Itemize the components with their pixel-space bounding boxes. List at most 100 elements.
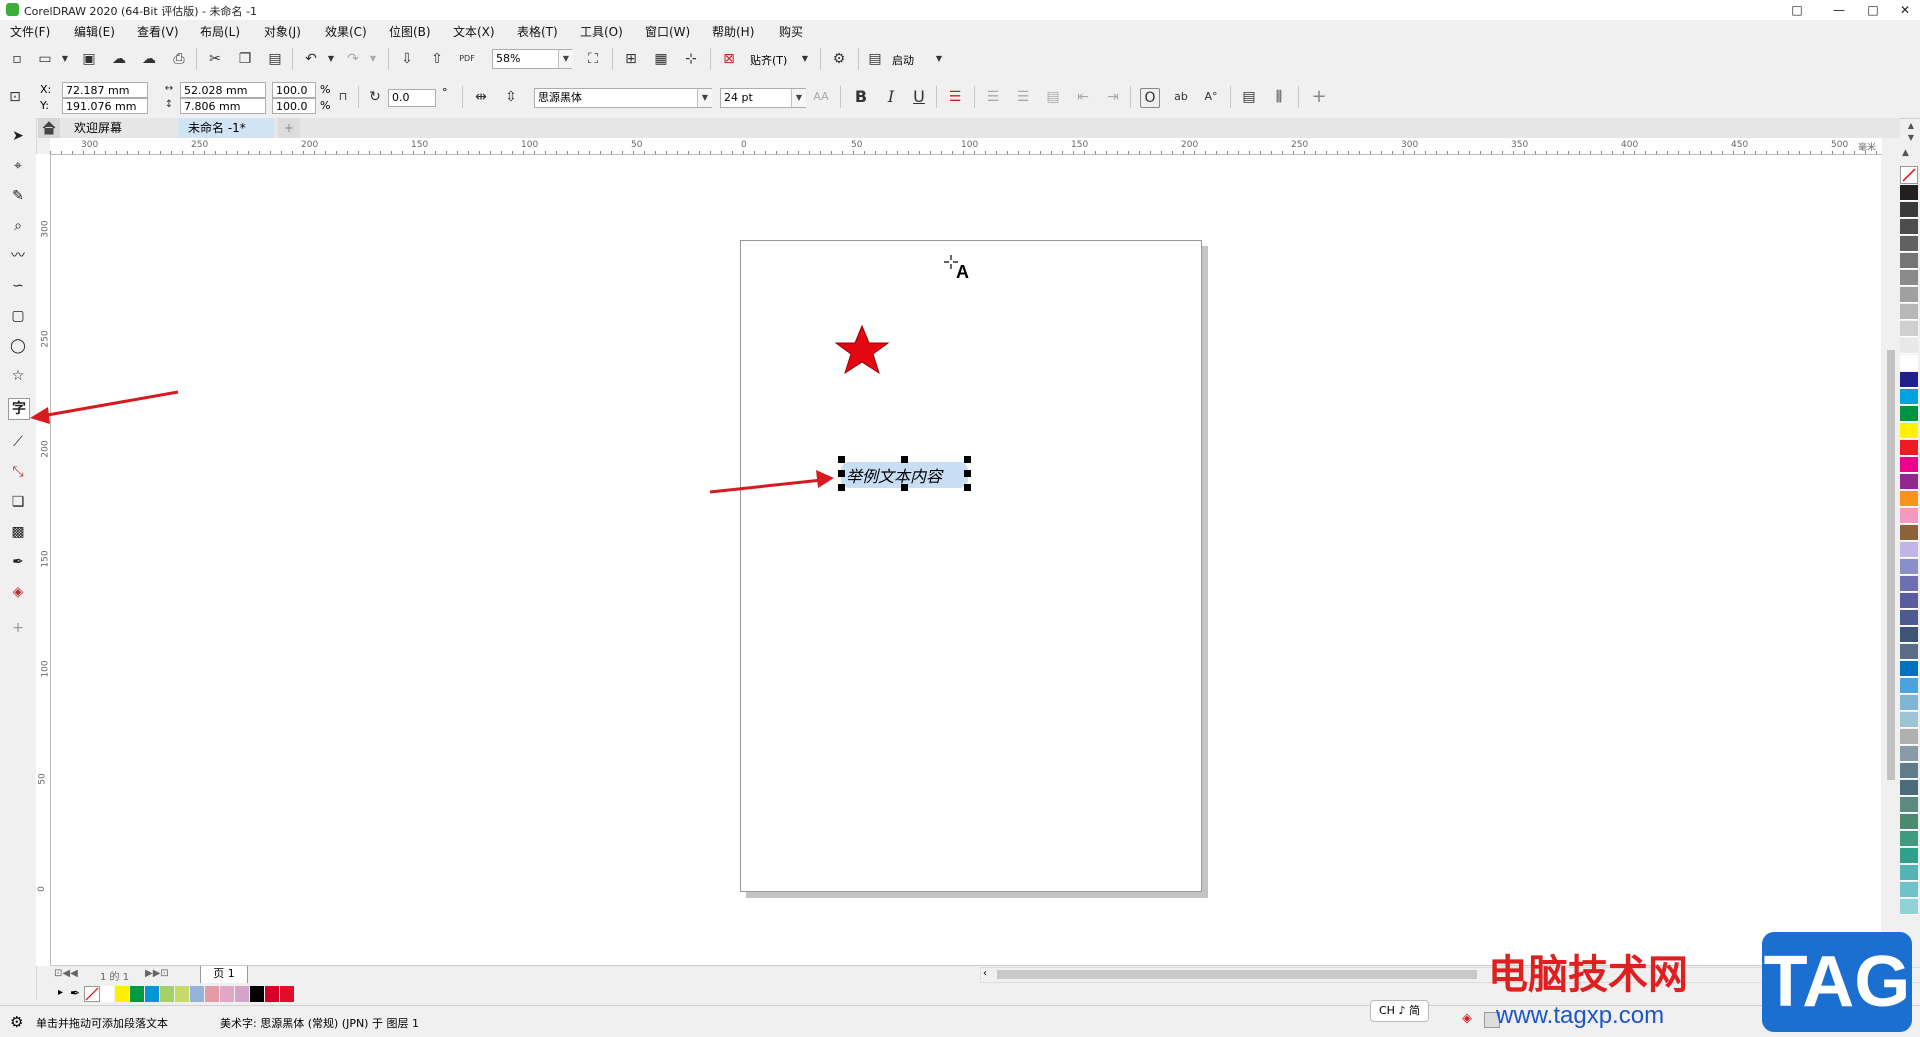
palette-swatch[interactable]	[1900, 236, 1918, 252]
vertical-scrollbar[interactable]	[1884, 155, 1898, 965]
add-property-icon[interactable]: +	[1310, 88, 1328, 106]
selection-handle[interactable]	[838, 456, 845, 463]
palette-swatch[interactable]	[1900, 712, 1918, 728]
horizontal-ruler[interactable]: 300 250 200 150 100 50 0 50 100 150 200 …	[50, 138, 1882, 155]
palette-swatch[interactable]	[1900, 610, 1918, 626]
artistic-media-tool-icon[interactable]: ∽	[8, 276, 28, 296]
no-color-swatch[interactable]	[1900, 166, 1918, 184]
numbered-list-icon[interactable]: ☰	[1014, 88, 1032, 106]
redo-icon[interactable]: ↷	[344, 50, 362, 68]
horizontal-scroll-thumb[interactable]	[997, 970, 1477, 979]
cloud-upload-icon[interactable]: ☁	[140, 50, 158, 68]
object-origin-icon[interactable]: ⊡	[6, 88, 24, 106]
pick-tool-icon[interactable]: ➤	[8, 126, 28, 146]
increase-indent-icon[interactable]: ⇥	[1104, 88, 1122, 106]
page-tab[interactable]: 页 1	[200, 966, 248, 984]
mirror-vertical-icon[interactable]: ⇳	[502, 88, 520, 106]
palette-swatch[interactable]	[1900, 780, 1918, 796]
connector-tool-icon[interactable]: ⤡	[8, 462, 28, 482]
document-page[interactable]	[740, 240, 1202, 892]
palette-swatch[interactable]	[1900, 406, 1918, 422]
home-icon[interactable]	[38, 118, 60, 138]
doc-palette-swatch[interactable]	[280, 986, 294, 1002]
palette-swatch[interactable]	[1900, 389, 1918, 405]
new-document-icon[interactable]: ▫	[8, 50, 26, 68]
tab-welcome-screen[interactable]: 欢迎屏幕	[64, 118, 133, 138]
menu-object[interactable]: 对象(J)	[264, 23, 301, 40]
palette-swatch[interactable]	[1900, 576, 1918, 592]
lock-ratio-icon[interactable]: ⊓	[334, 88, 352, 106]
palette-swatch[interactable]	[1900, 848, 1918, 864]
menu-layout[interactable]: 布局(L)	[200, 23, 240, 40]
palette-expand-icon[interactable]: ▸	[58, 987, 63, 998]
x-position-field[interactable]: 72.187 mm	[62, 82, 148, 98]
palette-swatch[interactable]	[1900, 797, 1918, 813]
launch-app-icon[interactable]: ▤	[866, 50, 884, 68]
scroll-left-icon[interactable]: ‹	[983, 968, 987, 979]
doc-palette-swatch[interactable]	[100, 986, 114, 1002]
color-eyedropper-tool-icon[interactable]: ✒	[8, 552, 28, 572]
next-page-button[interactable]: ▶▶⊡	[145, 968, 169, 979]
close-button[interactable]: ✕	[1888, 0, 1920, 20]
horizontal-text-icon[interactable]: ▤	[1240, 88, 1258, 106]
paste-icon[interactable]: ▤	[266, 50, 284, 68]
rotation-angle-field[interactable]: 0.0	[388, 89, 436, 107]
freehand-tool-icon[interactable]: 〰	[8, 246, 28, 266]
palette-swatch[interactable]	[1900, 304, 1918, 320]
undo-icon[interactable]: ↶	[302, 50, 320, 68]
snap-dropdown-icon[interactable]: ▼	[796, 50, 814, 68]
menu-file[interactable]: 文件(F)	[10, 23, 50, 40]
palette-eyedropper-icon[interactable]: ✒	[70, 986, 80, 1000]
selection-handle[interactable]	[964, 470, 971, 477]
zoom-dropdown-icon[interactable]: ▼	[558, 50, 573, 68]
copy-icon[interactable]: ❐	[236, 50, 254, 68]
doc-no-color-swatch[interactable]	[84, 986, 100, 1002]
palette-swatch[interactable]	[1900, 474, 1918, 490]
doc-palette-swatch[interactable]	[115, 986, 129, 1002]
underline-button[interactable]: U	[910, 88, 928, 106]
show-rulers-icon[interactable]: ⊞	[622, 50, 640, 68]
maximize-button[interactable]: □	[1856, 0, 1890, 20]
open-folder-icon[interactable]: ▭	[36, 50, 54, 68]
palette-swatch[interactable]	[1900, 661, 1918, 677]
fill-indicator-icon[interactable]: ◈	[1462, 1011, 1472, 1026]
text-tool-icon[interactable]: 字	[8, 398, 30, 420]
ime-indicator[interactable]: CH ♪ 简	[1370, 1000, 1429, 1022]
doc-palette-swatch[interactable]	[205, 986, 219, 1002]
quick-customize-icon[interactable]: +	[8, 618, 28, 638]
cut-icon[interactable]: ✂	[206, 50, 224, 68]
palette-swatch[interactable]	[1900, 508, 1918, 524]
polygon-tool-icon[interactable]: ☆	[8, 366, 28, 386]
text-align-none-icon[interactable]: ☰	[946, 88, 964, 106]
opentype-icon[interactable]: O	[1140, 88, 1160, 108]
scale-x-field[interactable]: 100.0	[272, 82, 316, 98]
selection-handle[interactable]	[964, 484, 971, 491]
doc-palette-swatch[interactable]	[160, 986, 174, 1002]
doc-palette-swatch[interactable]	[250, 986, 264, 1002]
crop-tool-icon[interactable]: ✎	[8, 186, 28, 206]
scale-y-field[interactable]: 100.0	[272, 98, 316, 114]
palette-swatch[interactable]	[1900, 423, 1918, 439]
font-list-dropdown-icon[interactable]: ▼	[697, 89, 712, 107]
palette-swatch[interactable]	[1900, 763, 1918, 779]
palette-swatch[interactable]	[1900, 338, 1918, 354]
palette-swatch[interactable]	[1900, 219, 1918, 235]
y-position-field[interactable]: 191.076 mm	[62, 98, 148, 114]
first-page-button[interactable]: ⊡◀◀	[54, 968, 78, 979]
menu-edit[interactable]: 编辑(E)	[74, 23, 115, 40]
cloud-download-icon[interactable]: ☁	[110, 50, 128, 68]
selection-handle[interactable]	[901, 484, 908, 491]
open-dropdown-icon[interactable]: ▼	[56, 50, 74, 68]
import-icon[interactable]: ⇩	[398, 50, 416, 68]
artistic-text-object[interactable]: 举例文本内容	[846, 463, 942, 487]
shape-tool-icon[interactable]: ⌖	[8, 156, 28, 176]
palette-swatch[interactable]	[1900, 372, 1918, 388]
vertical-scroll-thumb[interactable]	[1887, 350, 1895, 780]
font-list-field[interactable]: 思源黑体	[534, 88, 712, 108]
palette-swatch[interactable]	[1900, 559, 1918, 575]
full-screen-icon[interactable]: ⛶	[584, 50, 602, 68]
export-pdf-icon[interactable]: PDF	[458, 50, 476, 68]
font-size-auto-icon[interactable]: AA	[812, 88, 830, 106]
status-settings-gear-icon[interactable]: ⚙	[10, 1013, 23, 1031]
menu-tools[interactable]: 工具(O)	[580, 23, 623, 40]
